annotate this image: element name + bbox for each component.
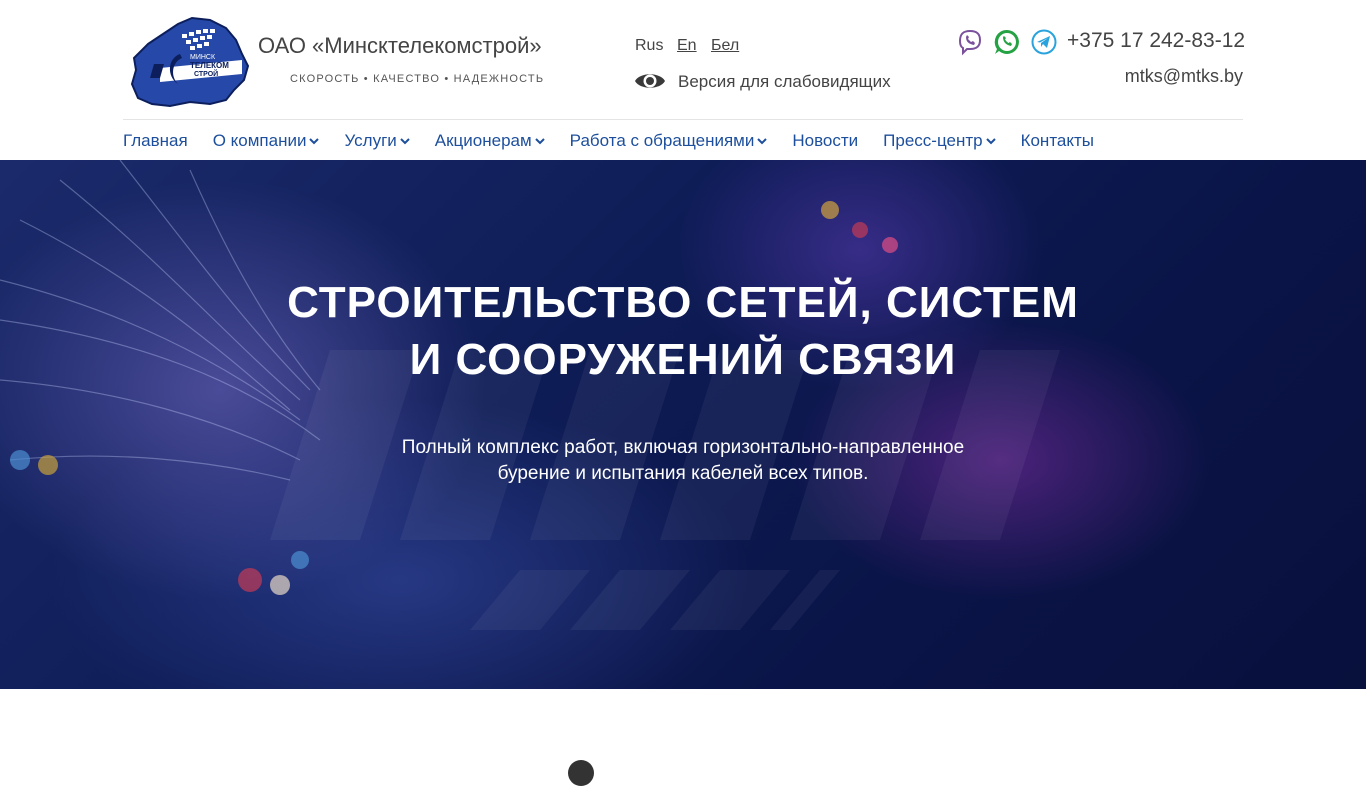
hero-background-image (0, 160, 1060, 630)
lang-en[interactable]: En (677, 37, 697, 55)
company-name: ОАО «Минсктелекомстрой» (258, 33, 542, 58)
hero-banner: СТРОИТЕЛЬСТВО СЕТЕЙ, СИСТЕМ И СООРУЖЕНИЙ… (0, 160, 1366, 689)
whatsapp-icon[interactable] (993, 28, 1021, 56)
chevron-down-icon (757, 137, 768, 144)
header-divider (123, 119, 1243, 120)
chevron-down-icon (985, 137, 996, 144)
logo-text-1: МИНСК (190, 54, 216, 61)
hero-subtitle-line1: Полный комплекс работ, включая горизонта… (401, 437, 965, 458)
nav-item-services[interactable]: Услуги (344, 129, 410, 153)
telegram-icon[interactable] (1030, 28, 1058, 56)
nav-item-news[interactable]: Новости (792, 129, 858, 153)
hero-title-line1: СТРОИТЕЛЬСТВО СЕТЕЙ, СИСТЕМ (287, 278, 1079, 327)
lang-bel[interactable]: Бел (711, 37, 739, 55)
phone-number[interactable]: +375 17 242-83-12 (1067, 29, 1245, 53)
chevron-down-icon (400, 137, 410, 144)
nav-item-shareholders[interactable]: Акционерам (435, 129, 545, 153)
accessibility-link[interactable]: Версия для слабовидящих (678, 72, 891, 92)
lang-rus[interactable]: Rus (635, 37, 663, 55)
logo-text-2: ТЕЛЕКОМ (190, 61, 229, 70)
eye-icon[interactable] (634, 68, 666, 94)
hero-subtitle-line2: бурение и испытания кабелей всех типов. (497, 463, 869, 484)
section-icon (568, 760, 594, 786)
email-link[interactable]: mtks@mtks.by (1125, 66, 1243, 87)
chevron-down-icon (309, 137, 320, 144)
nav-item-appeals[interactable]: Работа с обращениями (570, 129, 768, 153)
nav-item-home[interactable]: Главная (123, 129, 188, 153)
main-nav: Главная О компании Услуги Акционерам Раб… (123, 129, 1119, 153)
chevron-down-icon (534, 137, 545, 144)
hero-title: СТРОИТЕЛЬСТВО СЕТЕЙ, СИСТЕМ И СООРУЖЕНИЙ… (0, 274, 1366, 388)
hero-title-line2: И СООРУЖЕНИЙ СВЯЗИ (409, 335, 957, 384)
nav-item-contacts[interactable]: Контакты (1021, 129, 1094, 153)
nav-item-about[interactable]: О компании (213, 129, 320, 153)
hero-subtitle: Полный комплекс работ, включая горизонта… (0, 435, 1366, 487)
tagline: СКОРОСТЬ • КАЧЕСТВО • НАДЕЖНОСТЬ (290, 73, 545, 85)
logo-text-3: СТРОЙ (194, 69, 218, 78)
site-header: МИНСК ТЕЛЕКОМ СТРОЙ ОАО «Минсктелекомстр… (0, 0, 1366, 160)
company-logo[interactable]: МИНСК ТЕЛЕКОМ СТРОЙ (130, 14, 250, 108)
nav-item-press[interactable]: Пресс-центр (883, 129, 996, 153)
viber-icon[interactable] (956, 28, 984, 56)
